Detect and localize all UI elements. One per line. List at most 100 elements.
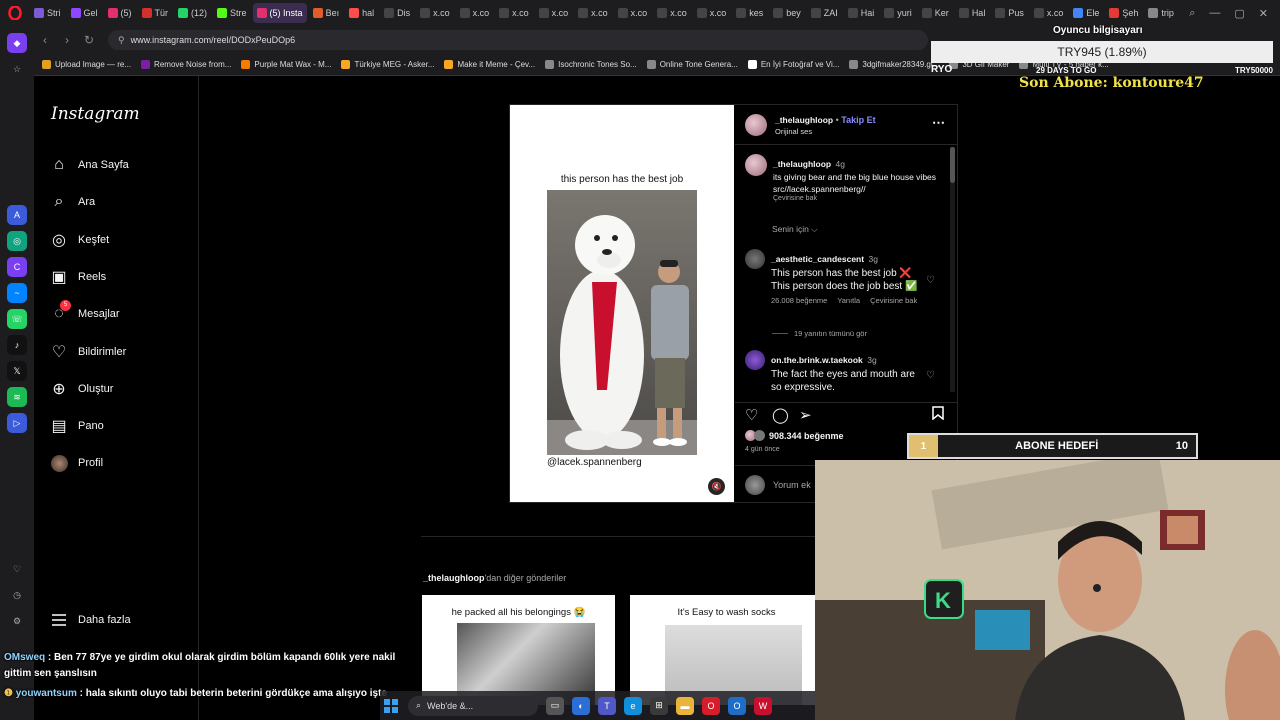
like-count[interactable]: 908.344 beğenme bbox=[769, 431, 844, 441]
browser-tab[interactable]: (5) bbox=[104, 3, 136, 23]
nav-item[interactable]: ▤ Pano bbox=[50, 417, 103, 435]
bookmark-item[interactable]: Make it Meme - Çev... bbox=[444, 60, 535, 69]
windows-start-icon[interactable] bbox=[382, 697, 400, 715]
browser-tab[interactable]: x.co bbox=[535, 3, 573, 23]
caption-author[interactable]: _thelaughloop bbox=[773, 159, 831, 169]
url-field[interactable]: ⚲ www.instagram.com/reel/DODxPeuDOp6 bbox=[108, 30, 928, 50]
video-frame[interactable] bbox=[547, 190, 697, 455]
browser-tab[interactable]: Dis bbox=[380, 3, 414, 23]
browser-tab[interactable]: Şeh bbox=[1105, 3, 1142, 23]
copilot-icon[interactable]: ◐ bbox=[572, 696, 590, 715]
save-icon[interactable] bbox=[932, 406, 944, 424]
home-space-icon[interactable]: ◆ bbox=[7, 33, 27, 53]
browser-tab[interactable]: kes bbox=[732, 3, 767, 23]
comment-author[interactable]: on.the.brink.w.taekook bbox=[771, 355, 863, 365]
reload-icon[interactable]: ↻ bbox=[78, 29, 100, 51]
pinboard-icon[interactable]: ☆ bbox=[7, 59, 27, 79]
bookmark-item[interactable]: Purple Mat Wax - M... bbox=[241, 60, 331, 69]
caption-avatar[interactable] bbox=[745, 154, 767, 176]
mute-icon[interactable]: 🔇 bbox=[708, 478, 725, 495]
bookmark-item[interactable]: Online Tone Genera... bbox=[646, 60, 738, 69]
browser-tab[interactable]: bey bbox=[769, 3, 805, 23]
comment-avatar[interactable] bbox=[745, 249, 765, 269]
heart-sidebar-icon[interactable]: ♡ bbox=[7, 559, 27, 579]
post-thumbnail[interactable]: he packed all his belongings 😭 bbox=[422, 595, 615, 705]
browser-tab[interactable]: x.co bbox=[614, 3, 652, 23]
browser-tab[interactable]: Ele bbox=[1069, 3, 1103, 23]
browser-tab[interactable]: Beı bbox=[309, 3, 344, 23]
whatsapp-icon[interactable]: ☏ bbox=[7, 309, 27, 329]
browser-tab[interactable]: x.co bbox=[495, 3, 533, 23]
for-you-dropdown[interactable]: Senin için ⌵ bbox=[772, 224, 818, 235]
share-icon[interactable]: ➢ bbox=[799, 406, 812, 424]
browser-tab[interactable]: trip bbox=[1144, 3, 1178, 23]
x-icon[interactable]: 𝕏 bbox=[7, 361, 27, 381]
comment-likes[interactable]: 26.008 beğenme bbox=[771, 296, 827, 305]
player-icon[interactable]: ▷ bbox=[7, 413, 27, 433]
browser-tab[interactable]: hal bbox=[345, 3, 378, 23]
search-tabs-icon[interactable]: ⌕ bbox=[1189, 7, 1195, 20]
post-author[interactable]: _thelaughloop bbox=[775, 115, 833, 125]
nav-item[interactable]: ◎ Keşfet bbox=[50, 231, 109, 249]
comment-author[interactable]: _aesthetic_candescent bbox=[771, 254, 864, 264]
browser-tab[interactable]: Pus bbox=[991, 3, 1028, 23]
more-menu-button[interactable]: Daha fazla bbox=[50, 611, 131, 629]
nav-item[interactable]: ◌ 5 Mesajlar bbox=[50, 300, 120, 323]
back-icon[interactable]: ‹ bbox=[34, 29, 56, 51]
bookmark-item[interactable]: Türkiye MEG - Asker... bbox=[341, 60, 434, 69]
browser-tab[interactable]: Tür bbox=[138, 3, 173, 23]
opera-logo-icon[interactable] bbox=[0, 0, 30, 26]
nav-item[interactable]: ▣ Reels bbox=[50, 268, 106, 286]
translate-button[interactable]: Çevirisine bak bbox=[870, 296, 917, 305]
nav-item[interactable]: ⊕ Oluştur bbox=[50, 380, 113, 398]
file-explorer-icon[interactable]: ▬ bbox=[676, 696, 694, 715]
browser-tab[interactable]: x.co bbox=[1030, 3, 1068, 23]
browser-tab[interactable]: Gel bbox=[67, 3, 102, 23]
edge-icon[interactable]: e bbox=[624, 696, 642, 715]
bookmark-item[interactable]: 3dgifmaker28349.gi... bbox=[849, 60, 939, 69]
spotify-icon[interactable]: ≋ bbox=[7, 387, 27, 407]
comments-scrollbar[interactable] bbox=[950, 147, 955, 392]
close-window-icon[interactable]: ✕ bbox=[1259, 7, 1268, 20]
browser-tab[interactable]: ZAI bbox=[807, 3, 842, 23]
comment-avatar[interactable] bbox=[745, 350, 765, 370]
post-thumbnail[interactable]: It's Easy to wash socks bbox=[630, 595, 823, 705]
bookmark-item[interactable]: Isochronic Tones So... bbox=[545, 60, 637, 69]
more-posts-author[interactable]: _thelaughloop bbox=[423, 573, 485, 583]
tiktok-icon[interactable]: ♪ bbox=[7, 335, 27, 355]
browser-tab[interactable]: (12) bbox=[174, 3, 211, 23]
comment-like-icon[interactable]: ♡ bbox=[926, 275, 935, 286]
nav-item[interactable]: ♡ Bildirimler bbox=[50, 343, 126, 361]
app-icon[interactable]: C bbox=[7, 257, 27, 277]
nav-item[interactable]: ⌂ Ana Sayfa bbox=[50, 156, 129, 174]
instagram-logo[interactable]: Instagram bbox=[51, 104, 140, 124]
browser-tab[interactable]: Stre bbox=[213, 3, 251, 23]
task-view-icon[interactable]: ▭ bbox=[546, 696, 564, 715]
messenger-icon[interactable]: ~ bbox=[7, 283, 27, 303]
comment-input[interactable]: Yorum ek bbox=[773, 480, 811, 490]
browser-tab[interactable]: x.co bbox=[456, 3, 494, 23]
minimize-icon[interactable]: — bbox=[1209, 7, 1220, 20]
app-taskbar-icon[interactable]: W bbox=[754, 696, 772, 715]
view-replies-button[interactable]: 19 yanıtın tümünü gör bbox=[772, 329, 867, 338]
caption-translate[interactable]: Çevirisine bak bbox=[773, 195, 936, 202]
settings-icon[interactable]: ⚙ bbox=[7, 611, 27, 631]
maximize-icon[interactable]: ▢ bbox=[1234, 7, 1244, 20]
opera-taskbar-icon[interactable]: O bbox=[702, 696, 720, 715]
browser-tab[interactable]: yuri bbox=[880, 3, 916, 23]
site-info-icon[interactable]: ⚲ bbox=[118, 35, 125, 46]
teams-icon[interactable]: T bbox=[598, 696, 616, 715]
forward-icon[interactable]: › bbox=[56, 29, 78, 51]
browser-tab[interactable]: x.co bbox=[693, 3, 731, 23]
browser-tab[interactable]: x.co bbox=[574, 3, 612, 23]
browser-tab[interactable]: (5) Insta bbox=[252, 3, 307, 23]
bookmark-item[interactable]: Upload Image — re... bbox=[42, 60, 131, 69]
taskbar-search[interactable]: ⌕ Web'de &... bbox=[408, 695, 538, 716]
browser-tab[interactable]: Stri bbox=[30, 3, 65, 23]
bookmark-item[interactable]: Remove Noise from... bbox=[141, 60, 231, 69]
outlook-icon[interactable]: O bbox=[728, 696, 746, 715]
browser-tab[interactable]: Hai bbox=[844, 3, 879, 23]
nav-item[interactable]: Profil bbox=[50, 454, 103, 472]
more-options-icon[interactable]: ⋯ bbox=[932, 115, 945, 131]
comment-icon[interactable]: ◯ bbox=[772, 406, 789, 424]
